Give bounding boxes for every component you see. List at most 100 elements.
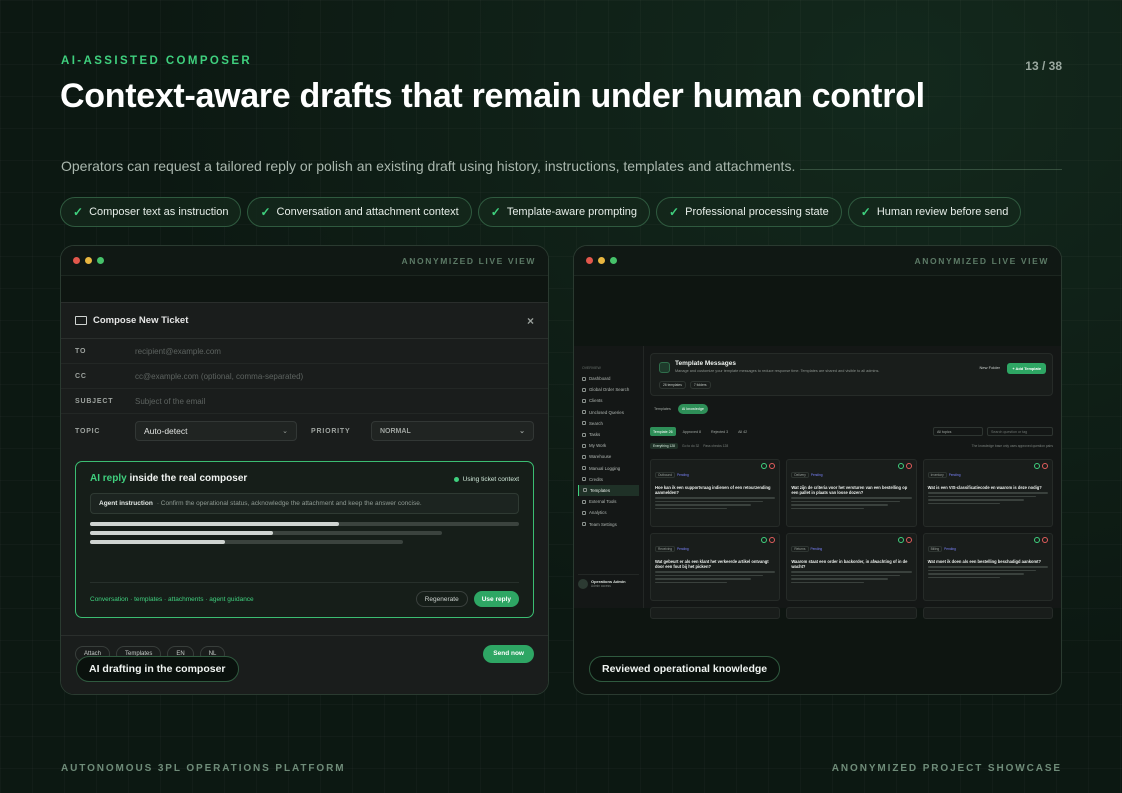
count-chip[interactable]: Pass checks 128: [703, 444, 728, 448]
feature-chips: ✓ Composer text as instruction ✓ Conversat…: [60, 197, 1022, 227]
text-line: [791, 504, 888, 506]
context-badge-label: Using ticket context: [462, 476, 519, 483]
knowledge-card[interactable]: Inventory Pending Wat is een VIS-classific…: [922, 459, 1053, 527]
ai-title-accent: AI reply: [90, 473, 127, 484]
cc-input[interactable]: cc@example.com (optional, comma-separate…: [135, 372, 303, 381]
knowledge-card[interactable]: Returns Pending Waarom staat een order in …: [786, 533, 917, 601]
sidebar-item[interactable]: Warehouse: [578, 451, 639, 462]
text-line: [927, 566, 1048, 568]
use-reply-button[interactable]: Use reply: [473, 591, 519, 607]
reject-icon[interactable]: [1041, 463, 1048, 469]
approve-icon[interactable]: [761, 463, 768, 469]
tab-templates[interactable]: Templates: [650, 404, 675, 414]
sidebar-item[interactable]: Analytics: [578, 507, 639, 518]
main-content: Template Messages Manage and customize y…: [650, 353, 1053, 619]
approve-icon[interactable]: [1033, 463, 1040, 469]
sidebar-item[interactable]: Dashboard: [578, 373, 639, 384]
sidebar-item[interactable]: My Work: [578, 440, 639, 451]
sidebar-item-label: Manual Logging: [589, 465, 621, 471]
composer-screenshot-frame: ANONYMIZED LIVE VIEW Compose New Ticket …: [60, 245, 549, 695]
agent-instruction-input[interactable]: Agent instruction · Confirm the operation…: [90, 493, 519, 514]
knowledge-card[interactable]: [786, 607, 917, 619]
send-now-button[interactable]: Send now: [483, 644, 534, 663]
section-title: Template Messages: [675, 360, 736, 367]
to-field[interactable]: TO recipient@example.com: [61, 339, 548, 364]
count-chip[interactable]: Everything 128: [650, 443, 678, 449]
subject-input[interactable]: Subject of the email: [135, 397, 205, 406]
to-input[interactable]: recipient@example.com: [135, 347, 221, 356]
text-line: [655, 504, 752, 506]
knowledge-card[interactable]: [922, 607, 1053, 619]
draft-line: [90, 531, 442, 535]
sidebar-item[interactable]: Team Settings: [578, 518, 639, 529]
topic-filter-select[interactable]: All topics: [933, 427, 983, 436]
card-question: Wat moet ik doen als een bestelling besc…: [927, 559, 1042, 564]
text-line: [791, 507, 864, 510]
reject-icon[interactable]: [1041, 537, 1048, 543]
knowledge-card[interactable]: Outbound Pending Hoe kan ik een supportvra…: [650, 459, 781, 527]
approve-icon[interactable]: [897, 463, 904, 469]
filter-chip[interactable]: Rejected 3: [708, 427, 731, 436]
knowledge-card[interactable]: Billing Pending Wat moet ik doen als een b…: [922, 533, 1053, 601]
reject-icon[interactable]: [905, 463, 912, 469]
regenerate-button[interactable]: Regenerate: [415, 591, 468, 607]
text-line: [927, 492, 1048, 494]
filter-chip[interactable]: All 42: [735, 427, 750, 436]
subject-field[interactable]: SUBJECT Subject of the email: [61, 389, 548, 414]
card-question: Wat is een VIS-classificatiecode en waar…: [927, 485, 1042, 490]
nav-icon: [582, 387, 586, 392]
approve-icon[interactable]: [897, 537, 904, 543]
reject-icon[interactable]: [769, 537, 776, 543]
chip-label: Template-aware prompting: [506, 206, 638, 218]
feature-chip: ✓ Template-aware prompting: [477, 197, 651, 227]
sidebar-item-label: Clients: [589, 398, 603, 404]
count-chip[interactable]: Go to do 32: [682, 444, 699, 448]
knowledge-card[interactable]: Receiving Pending Wat gebeurt er als een k…: [650, 533, 781, 601]
card-question: Waarom staat een order in backorder, in …: [791, 559, 908, 569]
new-folder-button[interactable]: New Folder: [980, 365, 1000, 370]
sidebar-item-label: External Tools: [589, 499, 617, 505]
instruction-text: · Confirm the operational status, acknow…: [156, 500, 422, 507]
draft-line: [90, 540, 404, 544]
close-icon[interactable]: ×: [527, 314, 534, 328]
text-line: [791, 497, 912, 499]
sidebar-item[interactable]: Unclosed Queries: [578, 407, 639, 418]
sidebar-item[interactable]: Manual Logging: [578, 463, 639, 474]
view-tabs: Templates AI knowledge: [650, 404, 708, 414]
reject-icon[interactable]: [905, 537, 912, 543]
maximize-dot-icon: [97, 257, 104, 264]
approve-icon[interactable]: [1033, 537, 1040, 543]
sidebar-item[interactable]: Credits: [578, 474, 639, 485]
text-line: [791, 581, 864, 584]
sidebar-item[interactable]: Templates: [578, 484, 639, 497]
sidebar-item[interactable]: External Tools: [578, 496, 639, 507]
priority-label: PRIORITY: [311, 427, 351, 435]
sidebar-item[interactable]: Search: [578, 418, 639, 429]
priority-select[interactable]: NORMAL ⌄: [371, 421, 534, 441]
tab-ai-knowledge[interactable]: AI knowledge: [677, 404, 708, 414]
sidebar-item[interactable]: Global Order Search: [578, 384, 639, 395]
reject-icon[interactable]: [769, 463, 776, 469]
filter-chip[interactable]: Template 26: [650, 427, 676, 436]
sidebar-item[interactable]: Clients: [578, 395, 639, 406]
text-line: [927, 576, 1000, 579]
page-subtitle: Operators can request a tailored reply o…: [61, 158, 796, 174]
add-template-button[interactable]: + Add Template: [1007, 363, 1046, 374]
sidebar-item[interactable]: Tasks: [578, 429, 639, 440]
cc-field[interactable]: CC cc@example.com (optional, comma-separ…: [61, 364, 548, 389]
approve-icon[interactable]: [761, 537, 768, 543]
footer-right: ANONYMIZED PROJECT SHOWCASE: [831, 763, 1062, 774]
footer-left: AUTONOMOUS 3PL OPERATIONS PLATFORM: [61, 763, 346, 774]
card-actions: [1033, 537, 1048, 543]
status-badge: Pending: [677, 547, 689, 551]
knowledge-card[interactable]: Delivery Pending Wat zijn de criteria voor…: [786, 459, 917, 527]
feature-chip: ✓ Composer text as instruction: [60, 197, 242, 227]
user-profile[interactable]: Operations Admin Admin access: [578, 574, 639, 604]
topic-select[interactable]: Auto-detect ⌄: [135, 421, 297, 441]
badge: 7 folders: [689, 381, 711, 389]
card-actions: [897, 537, 912, 543]
filter-chip[interactable]: Approved 8: [680, 427, 704, 436]
knowledge-card[interactable]: [650, 607, 781, 619]
search-input[interactable]: Search question or tag: [987, 427, 1053, 436]
badge: 26 templates: [659, 381, 686, 389]
